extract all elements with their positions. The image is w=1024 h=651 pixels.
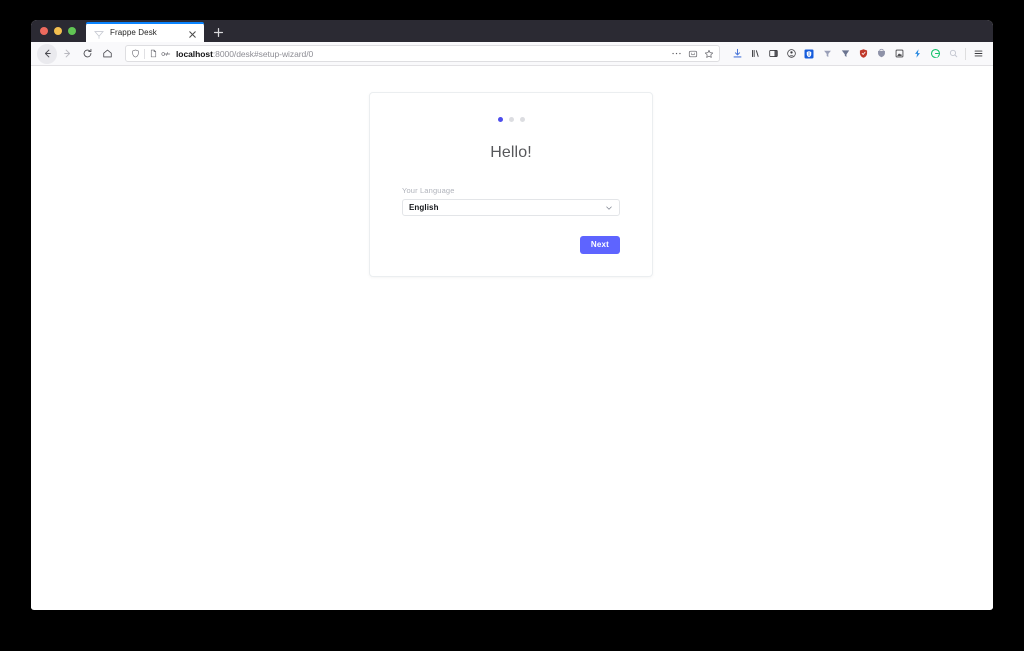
close-window-button[interactable]	[40, 27, 48, 35]
grammarly-icon[interactable]	[926, 45, 944, 63]
setup-progress-dots	[370, 93, 652, 122]
shield-red-icon[interactable]	[854, 45, 872, 63]
language-select-value: English	[409, 203, 439, 212]
extension-toolbar	[728, 45, 987, 63]
tab-strip: Frappe Desk	[31, 20, 993, 42]
lightning-icon[interactable]	[908, 45, 926, 63]
screen-root: Frappe Desk localhost:8000/desk#setup-wi…	[0, 0, 1024, 651]
downloads-icon[interactable]	[728, 45, 746, 63]
navigation-toolbar: localhost:8000/desk#setup-wizard/0	[31, 42, 993, 66]
reader-mode-icon[interactable]	[686, 47, 699, 60]
progress-dot-2[interactable]	[508, 117, 514, 122]
star-bookmark-icon[interactable]	[702, 47, 715, 60]
reload-button[interactable]	[77, 44, 97, 64]
urlbar-actions	[670, 47, 715, 60]
setup-actions: Next	[370, 216, 652, 276]
library-icon[interactable]	[746, 45, 764, 63]
browser-tab-frappe-desk[interactable]: Frappe Desk	[86, 22, 204, 42]
bitwarden-icon[interactable]	[800, 45, 818, 63]
close-tab-button[interactable]	[187, 27, 198, 38]
sidebar-icon[interactable]	[764, 45, 782, 63]
address-bar[interactable]: localhost:8000/desk#setup-wizard/0	[125, 45, 720, 62]
language-field-label: Your Language	[402, 186, 455, 195]
next-button[interactable]: Next	[579, 236, 620, 254]
setup-wizard-card: Hello! Your Language English Next	[369, 92, 653, 277]
back-button[interactable]	[37, 43, 57, 64]
page-icon[interactable]	[147, 47, 160, 60]
url-path: :8000/desk#setup-wizard/0	[212, 48, 314, 59]
search-extension-icon[interactable]	[944, 45, 962, 63]
account-icon[interactable]	[782, 45, 800, 63]
minimize-window-button[interactable]	[54, 27, 62, 35]
funnel-filter-icon[interactable]	[818, 45, 836, 63]
url-text[interactable]: localhost:8000/desk#setup-wizard/0	[173, 49, 670, 59]
tab-title: Frappe Desk	[110, 27, 157, 37]
home-button[interactable]	[97, 44, 117, 64]
urlbar-divider	[144, 48, 145, 59]
progress-dot-3[interactable]	[519, 117, 525, 122]
screenshot-icon[interactable]	[890, 45, 908, 63]
frappe-favicon-icon	[94, 27, 104, 39]
forward-button[interactable]	[57, 44, 77, 64]
toolbar-divider	[965, 47, 966, 60]
setup-greeting-title: Hello!	[490, 144, 532, 161]
setup-form-area: Your Language English	[370, 162, 652, 216]
progress-dot-1[interactable]	[497, 117, 503, 122]
url-host: localhost	[176, 48, 213, 59]
browser-window: Frappe Desk localhost:8000/desk#setup-wi…	[31, 20, 993, 610]
maximize-window-button[interactable]	[68, 27, 76, 35]
page-actions-icon[interactable]	[670, 47, 683, 60]
ublock-origin-icon[interactable]	[836, 45, 854, 63]
connection-not-secure-icon[interactable]	[160, 47, 173, 60]
new-tab-button[interactable]	[208, 22, 228, 42]
language-select[interactable]: English	[402, 199, 620, 216]
shield-icon[interactable]	[129, 47, 142, 60]
page-content: Hello! Your Language English Next	[31, 66, 993, 609]
chevron-down-icon	[605, 204, 613, 212]
hamburger-menu-icon[interactable]	[969, 45, 987, 63]
window-traffic-lights	[31, 20, 86, 42]
privacy-badger-icon[interactable]	[872, 45, 890, 63]
